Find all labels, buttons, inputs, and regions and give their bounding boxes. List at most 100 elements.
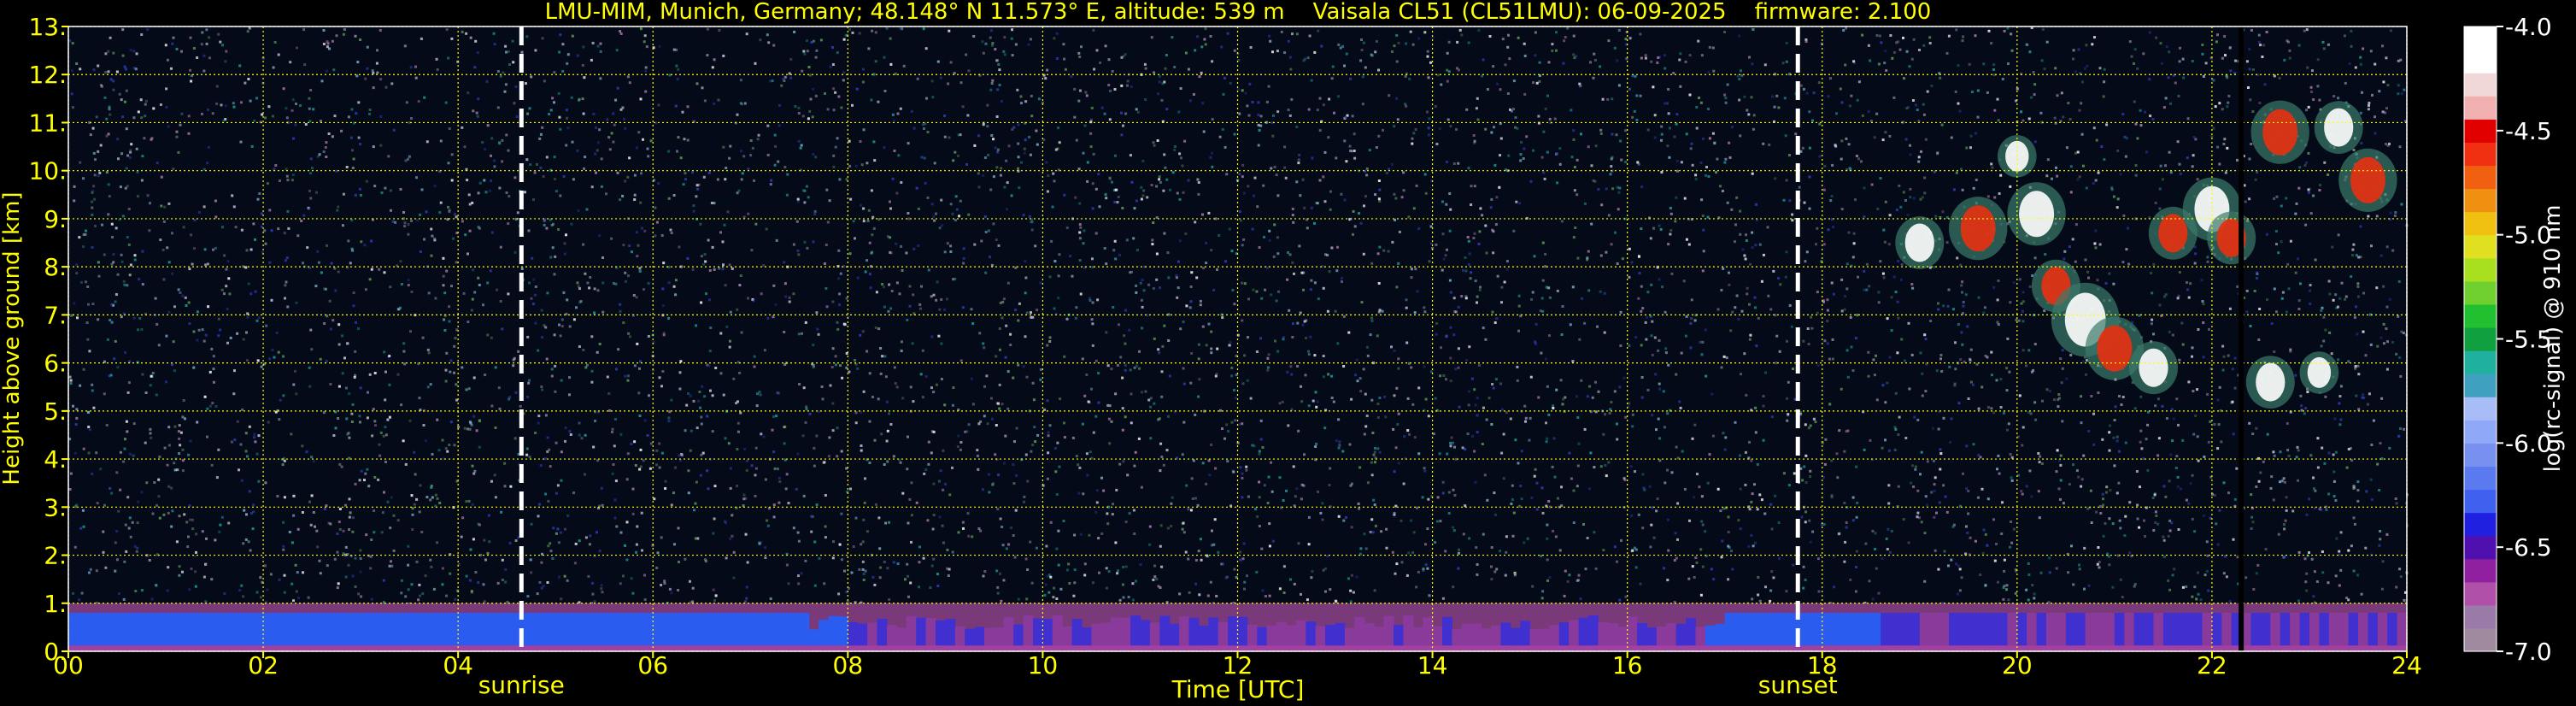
- noise-speck: [1666, 518, 1669, 521]
- noise-speck: [1854, 198, 1857, 202]
- noise-speck: [1144, 67, 1147, 70]
- noise-speck: [114, 569, 117, 573]
- noise-speck: [1152, 578, 1155, 581]
- noise-speck: [1120, 84, 1124, 87]
- noise-speck: [1546, 523, 1549, 527]
- noise-speck: [1393, 470, 1396, 474]
- noise-speck: [648, 467, 652, 470]
- noise-speck: [277, 227, 280, 231]
- noise-speck: [1720, 366, 1723, 369]
- noise-speck: [1728, 271, 1730, 274]
- noise-speck: [1165, 54, 1168, 56]
- noise-speck: [2128, 501, 2132, 504]
- noise-speck: [2083, 546, 2086, 550]
- noise-speck: [1242, 238, 1246, 241]
- noise-speck: [1802, 565, 1805, 568]
- noise-speck: [943, 308, 947, 311]
- noise-speck: [309, 157, 313, 161]
- noise-speck: [2259, 44, 2262, 47]
- noise-speck: [1159, 544, 1162, 548]
- noise-speck: [805, 185, 808, 188]
- noise-speck: [1897, 485, 1900, 488]
- noise-speck: [162, 278, 166, 281]
- noise-speck: [1990, 42, 1993, 45]
- noise-speck: [2248, 421, 2251, 425]
- noise-speck: [1387, 250, 1390, 253]
- noise-speck: [1668, 156, 1671, 159]
- noise-speck: [2068, 118, 2072, 121]
- noise-speck: [1163, 324, 1166, 327]
- noise-speck: [600, 185, 603, 188]
- noise-speck: [184, 417, 186, 421]
- noise-speck: [1378, 188, 1382, 191]
- noise-speck: [423, 96, 426, 99]
- noise-speck: [1094, 415, 1098, 418]
- noise-speck: [2017, 319, 2021, 322]
- noise-speck: [2020, 490, 2023, 493]
- noise-speck: [1489, 206, 1493, 209]
- noise-speck: [894, 73, 897, 75]
- noise-speck: [633, 193, 637, 197]
- noise-speck: [359, 193, 362, 197]
- noise-speck: [1619, 139, 1622, 143]
- noise-speck: [1664, 351, 1668, 355]
- noise-speck: [532, 198, 535, 202]
- noise-speck: [69, 382, 73, 385]
- noise-speck: [1085, 374, 1088, 376]
- noise-speck: [1424, 563, 1428, 567]
- noise-speck: [1241, 281, 1244, 285]
- noise-speck: [2095, 138, 2098, 142]
- noise-speck: [1444, 254, 1447, 257]
- noise-speck: [1446, 118, 1450, 121]
- noise-speck: [1583, 427, 1587, 431]
- noise-speck: [1910, 283, 1914, 285]
- noise-speck: [563, 242, 566, 245]
- noise-speck: [1476, 573, 1479, 576]
- noise-speck: [1378, 199, 1382, 203]
- noise-speck: [360, 595, 363, 598]
- noise-speck: [947, 82, 950, 85]
- noise-speck: [1153, 564, 1156, 568]
- noise-speck: [1231, 289, 1235, 291]
- noise-speck: [1348, 443, 1352, 446]
- noise-speck: [714, 594, 718, 597]
- noise-speck: [248, 26, 251, 30]
- noise-speck: [619, 432, 623, 436]
- noise-speck: [1140, 298, 1143, 302]
- noise-speck: [783, 166, 787, 168]
- noise-speck: [481, 141, 484, 144]
- noise-speck: [464, 233, 467, 237]
- noise-speck: [967, 423, 971, 427]
- noise-speck: [1083, 229, 1086, 232]
- noise-speck: [1457, 551, 1460, 555]
- noise-speck: [785, 193, 789, 197]
- noise-speck: [434, 297, 437, 300]
- noise-speck: [695, 184, 699, 187]
- noise-speck: [888, 598, 891, 601]
- noise-speck: [2045, 388, 2049, 391]
- noise-speck: [1011, 28, 1013, 32]
- noise-speck: [358, 479, 361, 482]
- noise-speck: [1447, 70, 1451, 74]
- noise-speck: [1493, 513, 1497, 516]
- noise-speck: [1452, 585, 1455, 589]
- noise-speck: [2156, 522, 2160, 526]
- noise-speck: [1091, 301, 1094, 304]
- noise-speck: [1923, 532, 1927, 535]
- noise-speck: [1090, 387, 1093, 391]
- noise-speck: [996, 148, 1000, 151]
- noise-speck: [559, 33, 562, 37]
- noise-speck: [1131, 598, 1135, 602]
- noise-speck: [631, 591, 635, 595]
- noise-speck: [1604, 413, 1607, 416]
- noise-speck: [907, 142, 910, 145]
- noise-speck: [378, 29, 382, 32]
- noise-speck: [1299, 311, 1302, 315]
- noise-speck: [672, 48, 676, 51]
- noise-speck: [1805, 250, 1809, 254]
- noise-speck: [943, 115, 947, 117]
- noise-speck: [807, 117, 810, 121]
- noise-speck: [140, 33, 144, 36]
- noise-speck: [1341, 280, 1343, 283]
- noise-speck: [291, 98, 295, 102]
